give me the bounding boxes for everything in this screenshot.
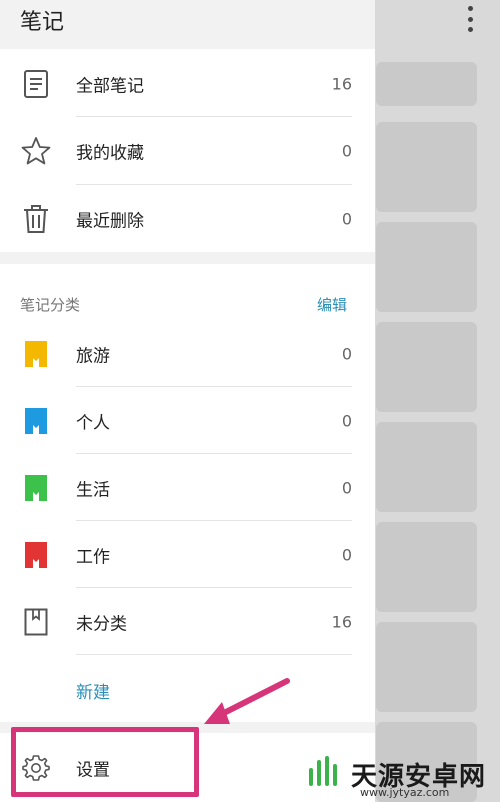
watermark-logo-icon [305,752,345,796]
watermark-url: www.jytyaz.com [360,786,450,799]
pointer-arrow [204,678,290,724]
